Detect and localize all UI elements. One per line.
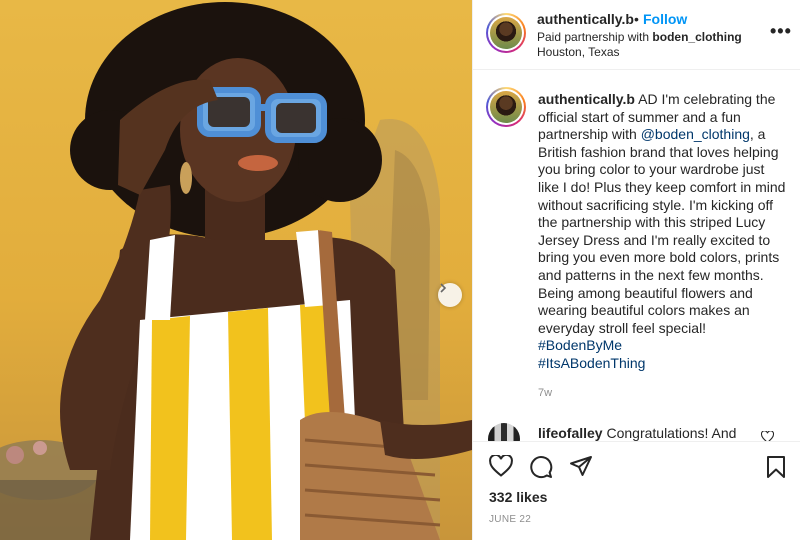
next-image-button[interactable] xyxy=(438,283,462,307)
post-detail-panel: authentically.b • Follow Paid partnershi… xyxy=(472,0,800,540)
post-date[interactable]: JUNE 22 xyxy=(489,514,531,525)
caption-age: 7w xyxy=(538,387,553,399)
separator-dot: • xyxy=(634,11,639,27)
follow-button[interactable]: Follow xyxy=(643,11,687,27)
comment-icon[interactable] xyxy=(529,455,553,479)
comment-heart-icon[interactable] xyxy=(761,431,774,441)
hashtag-1[interactable]: #BodenByMe xyxy=(538,337,622,353)
paid-partnership-label: Paid partnership with boden_clothing xyxy=(537,30,742,44)
partner-link[interactable]: boden_clothing xyxy=(652,30,741,44)
hashtag-2[interactable]: #ItsABodenThing xyxy=(538,355,645,371)
post-header: authentically.b • Follow Paid partnershi… xyxy=(473,0,800,70)
caption-text-2: , a British fashion brand that loves hel… xyxy=(538,126,786,336)
likes-count[interactable]: 332 likes xyxy=(489,489,547,505)
caption-avatar[interactable] xyxy=(486,87,526,127)
comments-area[interactable]: authentically.b AD I'm celebrating the o… xyxy=(473,71,800,441)
bookmark-icon[interactable] xyxy=(766,455,786,479)
post-caption: authentically.b AD I'm celebrating the o… xyxy=(538,91,788,373)
post-photo[interactable] xyxy=(0,0,472,540)
commenter-username[interactable]: lifeofalley xyxy=(538,425,603,441)
comment-item: lifeofalley Congratulations! And xyxy=(538,425,736,441)
commenter-avatar[interactable] xyxy=(488,423,520,441)
action-bar: 332 likes JUNE 22 xyxy=(473,441,800,540)
photo-illustration xyxy=(0,2,472,540)
caption-mention[interactable]: @boden_clothing xyxy=(641,126,750,142)
chevron-right-icon xyxy=(440,283,447,293)
partnership-prefix: Paid partnership with xyxy=(537,30,653,44)
author-username[interactable]: authentically.b xyxy=(537,11,634,27)
comment-text: Congratulations! And xyxy=(602,425,737,441)
post-location[interactable]: Houston, Texas xyxy=(537,45,620,59)
author-avatar[interactable] xyxy=(486,13,526,53)
share-icon[interactable] xyxy=(569,455,593,477)
more-options-button[interactable]: ••• xyxy=(770,22,792,40)
caption-username[interactable]: authentically.b xyxy=(538,91,635,107)
heart-icon[interactable] xyxy=(489,455,513,477)
